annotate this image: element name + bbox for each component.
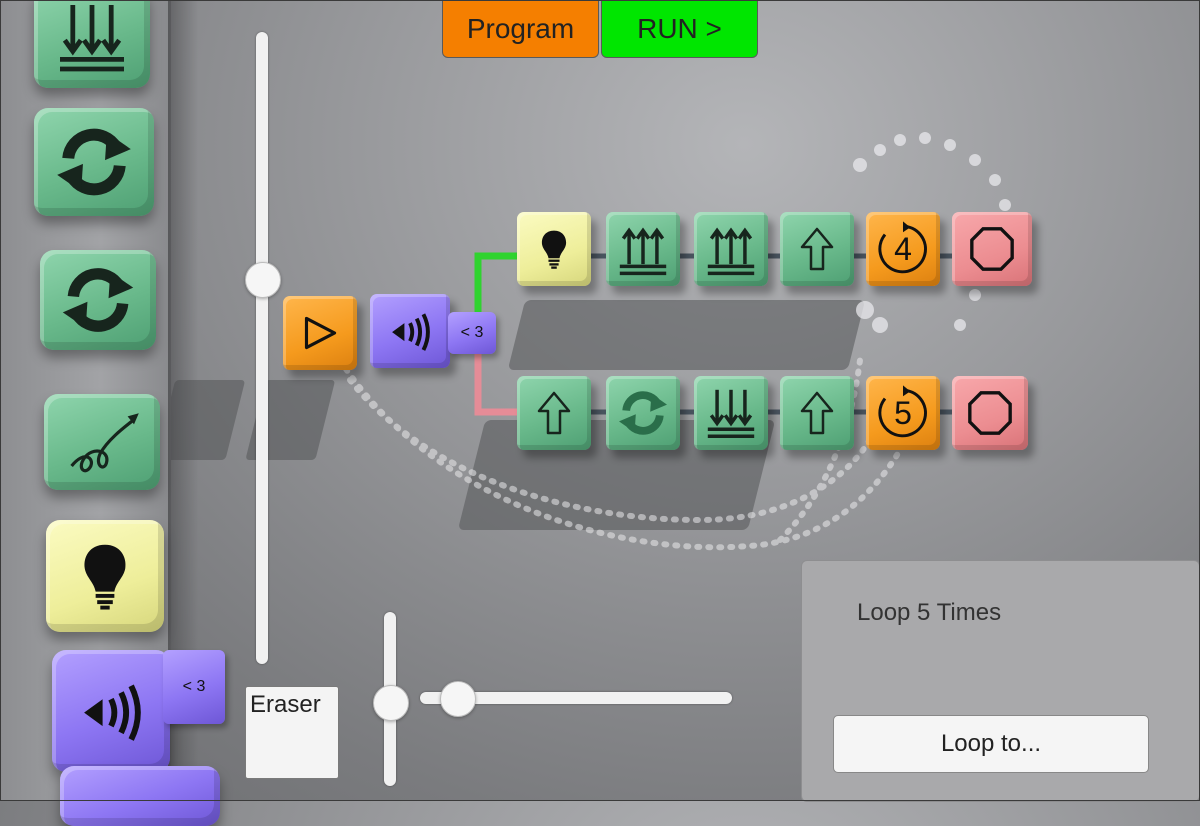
bottom-up-arrow-block-1[interactable]	[517, 376, 591, 450]
top-loop-count-block[interactable]: 4	[866, 212, 940, 286]
horizontal-pan-slider-knob[interactable]	[440, 681, 476, 717]
top-up-arrows-block-2[interactable]	[694, 212, 768, 286]
lightbulb-icon	[531, 220, 577, 278]
eraser-button[interactable]: Eraser	[245, 686, 339, 779]
bottom-rotate-block[interactable]	[606, 376, 680, 450]
rotate-icon	[613, 383, 673, 443]
stop-icon	[962, 385, 1018, 441]
loop-count-label: 4	[894, 230, 912, 267]
play-icon	[294, 307, 346, 359]
top-lightbulb-block[interactable]	[517, 212, 591, 286]
true-branch-connector	[474, 252, 520, 318]
bottom-down-arrows-block[interactable]	[694, 376, 768, 450]
up-arrows-icon	[614, 220, 672, 278]
top-stop-block[interactable]	[952, 212, 1032, 286]
start-block[interactable]	[283, 296, 357, 370]
vertical-pan-slider-knob[interactable]	[373, 685, 409, 721]
sensor-condition-tab[interactable]: < 3	[448, 312, 496, 354]
up-arrow-icon	[792, 220, 842, 278]
bottom-stop-block[interactable]	[952, 376, 1028, 450]
loop-settings-panel: Loop 5 Times Loop to...	[801, 560, 1200, 802]
stop-icon	[964, 221, 1020, 277]
top-up-arrows-block-1[interactable]	[606, 212, 680, 286]
loop-panel-title: Loop 5 Times	[857, 599, 1002, 626]
down-arrows-icon	[702, 384, 760, 442]
false-branch-connector	[474, 350, 520, 416]
up-arrow-icon	[529, 384, 579, 442]
bottom-loop-count-block[interactable]: 5	[866, 376, 940, 450]
sound-sensor-block[interactable]	[370, 294, 450, 368]
top-up-arrow-block[interactable]	[780, 212, 854, 286]
up-arrows-icon	[702, 220, 760, 278]
loop-to-label: Loop to...	[940, 730, 1042, 757]
loop-count-label: 5	[894, 394, 912, 431]
loop-to-button[interactable]: Loop to...	[833, 715, 1149, 773]
eraser-label: Eraser	[250, 691, 321, 718]
bottom-up-arrow-block-2[interactable]	[780, 376, 854, 450]
up-arrow-icon	[792, 384, 842, 442]
sound-sensor-icon	[382, 303, 438, 359]
condition-label: < 3	[460, 324, 484, 341]
